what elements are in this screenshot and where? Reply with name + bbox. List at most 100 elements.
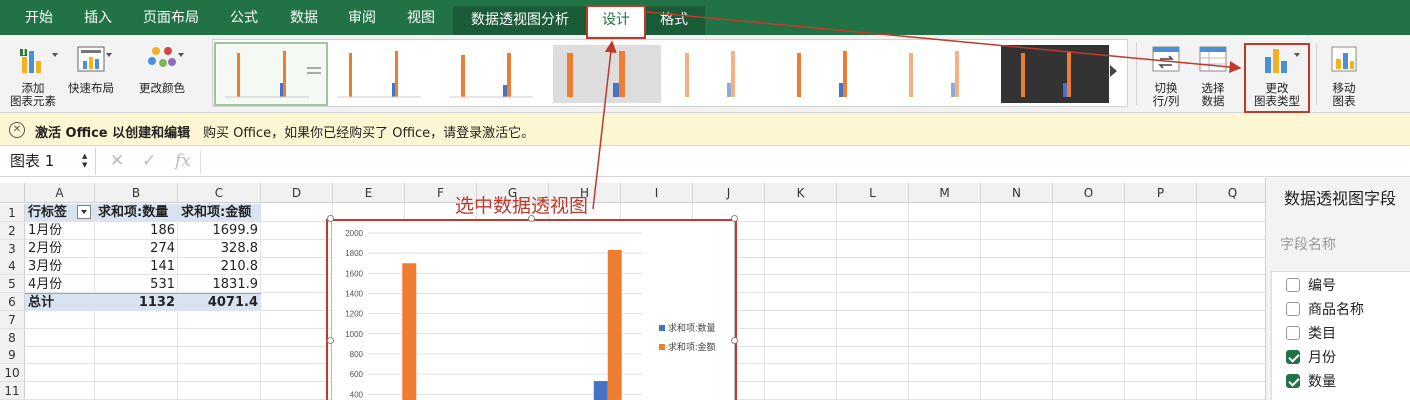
chart-style-6[interactable] (777, 45, 885, 103)
chart-style-8[interactable] (1001, 45, 1109, 103)
tab-format[interactable]: 格式 (648, 6, 700, 35)
chart-style-2[interactable] (329, 45, 437, 103)
tab-pivotchart-analyze[interactable]: 数据透视图分析 (458, 6, 582, 35)
column-header[interactable]: B (95, 183, 178, 203)
chart-style-5[interactable] (665, 45, 773, 103)
pivot-cell-amount[interactable]: 328.8 (178, 240, 261, 258)
field-label: 编号 (1308, 278, 1336, 294)
column-header[interactable]: J (693, 183, 765, 203)
chart-style-4[interactable] (553, 45, 661, 103)
chart-style-1[interactable] (214, 42, 328, 106)
row-header[interactable]: 4 (0, 257, 25, 276)
column-header[interactable]: L (837, 183, 909, 203)
dismiss-icon[interactable]: ✕ (9, 122, 25, 138)
column-header[interactable]: I (621, 183, 693, 203)
row-header[interactable]: 7 (0, 310, 25, 329)
pivot-cell-quantity[interactable]: 186 (95, 222, 178, 240)
row-header[interactable]: 2 (0, 221, 25, 240)
checkbox[interactable] (1286, 278, 1300, 292)
quick-layout-button[interactable]: 快速布局 (64, 35, 118, 113)
field-item[interactable]: 数量 (1286, 371, 1336, 393)
filter-dropdown-icon[interactable] (77, 205, 91, 219)
pivot-row-label[interactable]: 1月份 (25, 222, 95, 240)
row-header[interactable]: 6 (0, 293, 25, 311)
column-header[interactable]: A (25, 183, 95, 203)
column-header[interactable]: M (909, 183, 981, 203)
checkbox[interactable] (1286, 302, 1300, 316)
select-all-corner[interactable] (0, 183, 25, 203)
row-header[interactable]: 3 (0, 239, 25, 258)
pivot-header-amount[interactable]: 求和项:金额 (178, 204, 261, 222)
pivot-row-label[interactable]: 4月份 (25, 276, 95, 294)
resize-handle[interactable] (327, 215, 334, 222)
tab-design[interactable]: 设计 (588, 6, 644, 35)
row-header[interactable]: 5 (0, 275, 25, 294)
column-header[interactable]: C (178, 183, 261, 203)
pivot-total-amount[interactable]: 4071.4 (178, 293, 261, 311)
gallery-next-icon[interactable] (1110, 65, 1117, 77)
switch-row-column-button[interactable]: 切换 行/列 (1140, 35, 1192, 113)
chart-style-3[interactable] (441, 45, 549, 103)
resize-handle[interactable] (327, 337, 334, 344)
change-colors-button[interactable]: 更改颜色 (134, 35, 190, 113)
row-header[interactable]: 11 (0, 382, 25, 400)
move-chart-button[interactable]: 移动 图表 (1318, 35, 1370, 113)
column-header[interactable]: D (261, 183, 333, 203)
insert-function-icon[interactable]: fx (175, 151, 191, 171)
row-header[interactable]: 1 (0, 204, 25, 222)
cancel-icon[interactable]: ✕ (110, 151, 124, 171)
pivot-row-label[interactable]: 3月份 (25, 258, 95, 276)
panel-title: 数据透视图字段 (1284, 189, 1397, 208)
resize-handle[interactable] (528, 215, 535, 222)
column-header[interactable]: O (1053, 183, 1125, 203)
field-list: 编号 商品名称 类目 月份 数量 (1271, 271, 1410, 400)
gridline (836, 203, 837, 400)
resize-handle[interactable] (731, 337, 738, 344)
column-header[interactable]: K (765, 183, 837, 203)
field-item[interactable]: 编号 (1286, 275, 1336, 297)
tab-formulas[interactable]: 公式 (218, 0, 270, 35)
row-header[interactable]: 9 (0, 346, 25, 365)
checkbox-checked[interactable] (1286, 350, 1300, 364)
field-item[interactable]: 月份 (1286, 347, 1336, 369)
tab-data[interactable]: 数据 (278, 0, 330, 35)
tab-page-layout[interactable]: 页面布局 (132, 0, 210, 35)
pivot-total-quantity[interactable]: 1132 (95, 293, 178, 311)
chart-style-7[interactable] (889, 45, 997, 103)
checkbox-checked[interactable] (1286, 374, 1300, 388)
quick-layout-label: 快速布局 (68, 81, 114, 95)
row-header[interactable]: 8 (0, 328, 25, 347)
formula-bar-divider (200, 151, 201, 173)
pivot-cell-quantity[interactable]: 141 (95, 258, 178, 276)
pivot-cell-quantity[interactable]: 274 (95, 240, 178, 258)
field-label: 数量 (1308, 374, 1336, 390)
tab-view[interactable]: 视图 (395, 0, 447, 35)
pivot-cell-amount[interactable]: 1831.9 (178, 276, 261, 294)
column-header[interactable]: Q (1197, 183, 1269, 203)
add-chart-element-button[interactable]: 添加 图表元素 (4, 35, 62, 113)
select-data-button[interactable]: 选择 数据 (1188, 35, 1238, 113)
pivot-header-quantity[interactable]: 求和项:数量 (95, 204, 178, 222)
chart-styles-gallery (212, 39, 1128, 107)
tab-insert[interactable]: 插入 (72, 0, 124, 35)
tab-home[interactable]: 开始 (10, 0, 68, 35)
field-item[interactable]: 商品名称 (1286, 299, 1364, 321)
resize-handle[interactable] (731, 215, 738, 222)
column-header[interactable]: N (981, 183, 1053, 203)
pivot-total-label[interactable]: 总计 (25, 293, 95, 311)
name-box-spinner-icon[interactable]: ▲ ▼ (82, 152, 87, 170)
field-item[interactable]: 类目 (1286, 323, 1336, 345)
tab-review[interactable]: 审阅 (336, 0, 388, 35)
checkbox[interactable] (1286, 326, 1300, 340)
column-header[interactable]: P (1125, 183, 1197, 203)
pivot-cell-quantity[interactable]: 531 (95, 276, 178, 294)
change-colors-label: 更改颜色 (139, 81, 185, 95)
field-label: 商品名称 (1308, 302, 1364, 318)
ribbon-separator (1316, 43, 1317, 105)
row-header[interactable]: 10 (0, 364, 25, 383)
column-header[interactable]: E (333, 183, 405, 203)
enter-icon[interactable]: ✓ (142, 151, 156, 171)
pivot-cell-amount[interactable]: 1699.9 (178, 222, 261, 240)
pivot-cell-amount[interactable]: 210.8 (178, 258, 261, 276)
pivot-row-label[interactable]: 2月份 (25, 240, 95, 258)
